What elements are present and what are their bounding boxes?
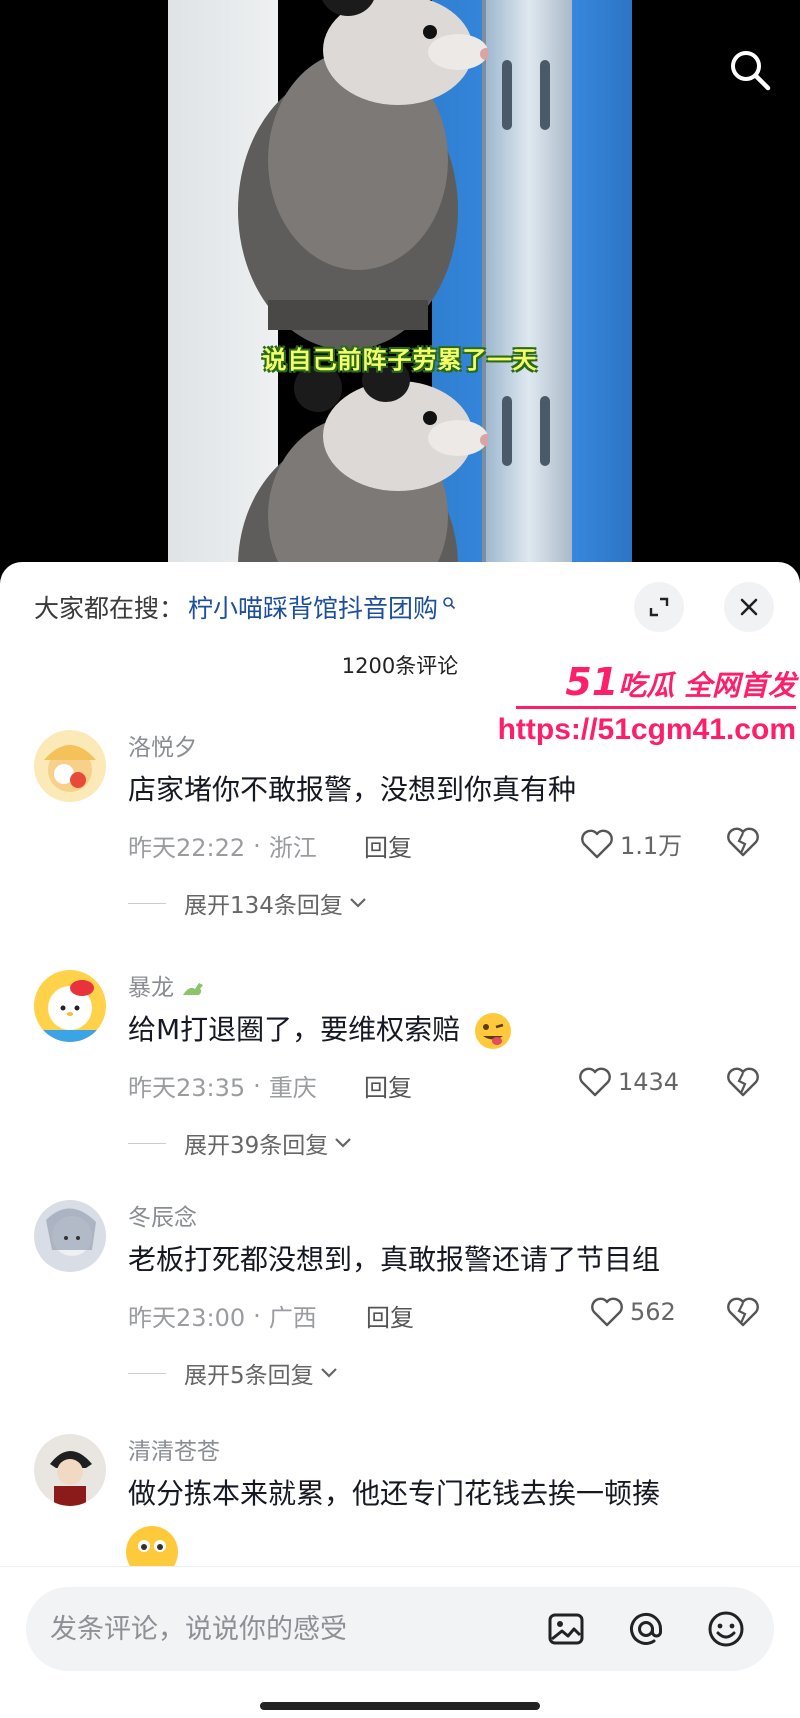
- like-count: 562: [630, 1298, 676, 1326]
- like-button[interactable]: 562: [590, 1296, 676, 1328]
- broken-heart-icon: [727, 1067, 759, 1097]
- comment-text: 给M打退圈了，要维权索赔: [128, 1008, 513, 1051]
- trending-search-label: 大家都在搜：: [34, 594, 185, 623]
- expand-icon: [649, 597, 669, 617]
- comment-meta: 昨天23:35 · 重庆: [128, 1068, 317, 1103]
- reply-button[interactable]: 回复: [366, 1298, 414, 1333]
- wink-tongue-emoji-icon: [475, 1013, 512, 1049]
- like-count: 1.1万: [620, 832, 683, 860]
- comment-input-bar: [0, 1566, 800, 1718]
- expand-replies[interactable]: 展开39条回复: [128, 1126, 352, 1160]
- comment-username[interactable]: 冬辰念: [128, 1198, 197, 1232]
- avatar[interactable]: [34, 1200, 106, 1272]
- chevron-down-icon: [320, 1368, 337, 1378]
- expand-replies[interactable]: 展开134条回复: [128, 886, 367, 920]
- like-button[interactable]: 1434: [578, 1066, 679, 1098]
- comment-location: 重庆: [268, 1074, 317, 1102]
- like-button[interactable]: 1.1万: [580, 826, 682, 861]
- comment-time: 昨天23:35: [128, 1074, 246, 1102]
- expand-replies-label: 展开39条回复: [184, 1133, 329, 1159]
- avatar[interactable]: [34, 730, 106, 802]
- comment-location: 浙江: [268, 834, 317, 862]
- comment-time: 昨天23:00: [128, 1304, 246, 1332]
- mention-icon[interactable]: [622, 1605, 670, 1653]
- comment-time: 昨天22:22: [128, 834, 246, 862]
- expand-replies-label: 展开5条回复: [184, 1363, 314, 1389]
- avatar[interactable]: [34, 970, 106, 1042]
- dislike-button[interactable]: [726, 1066, 760, 1102]
- trending-search-link[interactable]: 柠小喵踩背馆抖音团购: [188, 589, 438, 625]
- username-text: 暴龙: [128, 975, 174, 1001]
- reply-button[interactable]: 回复: [364, 828, 412, 863]
- dinosaur-icon: [183, 982, 204, 995]
- comment-location: 广西: [268, 1304, 317, 1332]
- chevron-down-icon: [350, 898, 366, 908]
- emoji-icon[interactable]: [702, 1605, 750, 1653]
- comment-text: 老板打死都没想到，真敢报警还请了节目组: [128, 1243, 661, 1276]
- close-icon: [740, 598, 758, 616]
- comment-meta: 昨天22:22 · 浙江: [128, 828, 317, 863]
- broken-heart-icon: [727, 827, 759, 857]
- expand-replies-label: 展开134条回复: [184, 893, 343, 919]
- comment-input-box: [26, 1587, 774, 1671]
- comment-username[interactable]: 洛悦夕: [128, 728, 197, 762]
- video-subtitle: 说自己前阵子劳累了一天: [262, 346, 538, 374]
- trending-search[interactable]: 大家都在搜： 柠小喵踩背馆抖音团购: [34, 584, 456, 630]
- comment-text: 店家堵你不敢报警，没想到你真有种: [128, 773, 577, 806]
- home-indicator[interactable]: [260, 1702, 540, 1710]
- watermark-divider: [516, 706, 796, 709]
- dislike-button[interactable]: [726, 1296, 760, 1332]
- heart-icon: [591, 1297, 623, 1327]
- broken-heart-icon: [727, 1297, 759, 1327]
- comment-username[interactable]: 暴龙: [128, 968, 207, 1002]
- image-icon[interactable]: [542, 1605, 590, 1653]
- comment-text: 做分拣本来就累，他还专门花钱去挨一顿揍: [128, 1477, 661, 1510]
- video-frame-top: [168, 0, 632, 356]
- watermark: 51吃瓜 全网首发 https://51cgm41.com: [496, 660, 796, 747]
- fullscreen-button[interactable]: [634, 582, 684, 632]
- reply-button[interactable]: 回复: [364, 1068, 412, 1103]
- comment-input[interactable]: [50, 1587, 510, 1671]
- watermark-url: https://51cgm41.com: [497, 713, 796, 746]
- thinking-emoji-icon: [126, 1526, 178, 1568]
- comment-username[interactable]: 清清苍苍: [128, 1432, 220, 1466]
- search-icon: [442, 587, 456, 616]
- close-button[interactable]: [724, 582, 774, 632]
- chevron-down-icon: [335, 1138, 352, 1148]
- heart-icon: [579, 1067, 611, 1097]
- expand-replies[interactable]: 展开5条回复: [128, 1356, 338, 1390]
- avatar[interactable]: [34, 1434, 106, 1506]
- heart-icon: [581, 829, 613, 858]
- opossum-image: [238, 0, 488, 350]
- watermark-title: 吃瓜 全网首发: [618, 669, 796, 702]
- comment-meta: 昨天23:00 · 广西: [128, 1298, 317, 1333]
- comment-text-body: 给M打退圈了，要维权索赔: [128, 1013, 461, 1046]
- video-player[interactable]: 说自己前阵子劳累了一天: [0, 0, 800, 600]
- watermark-number: 51: [565, 660, 619, 704]
- dislike-button[interactable]: [726, 826, 760, 862]
- search-icon[interactable]: [726, 46, 774, 94]
- like-count: 1434: [618, 1068, 680, 1096]
